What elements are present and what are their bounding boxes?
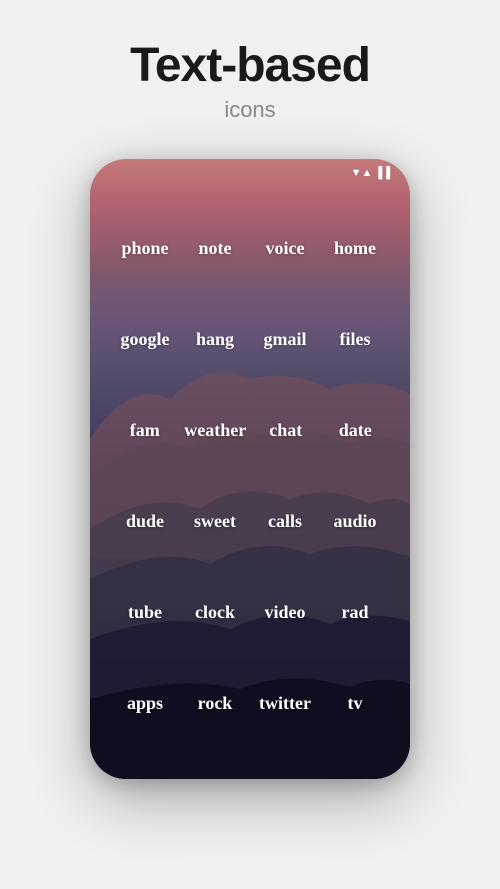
icon-rad[interactable]: rad — [325, 602, 385, 623]
icon-row-5: tube clock video rad — [110, 602, 390, 623]
icon-row-6: apps rock twitter tv — [110, 693, 390, 714]
icon-row-4: dude sweet calls audio — [110, 511, 390, 532]
icon-phone[interactable]: phone — [115, 238, 175, 259]
icon-gmail[interactable]: gmail — [255, 329, 315, 350]
icon-grid: phone note voice home google hang gmail … — [90, 183, 410, 779]
icon-rock[interactable]: rock — [185, 693, 245, 714]
icon-twitter[interactable]: twitter — [255, 693, 315, 714]
icon-weather[interactable]: weather — [184, 420, 246, 441]
wifi-icon: ▼▲ — [351, 167, 373, 179]
icon-files[interactable]: files — [325, 329, 385, 350]
icon-tv[interactable]: tv — [325, 693, 385, 714]
phone-mockup: ▼▲ ▌▌ phone note voice home google hang … — [90, 159, 410, 779]
icon-home[interactable]: home — [325, 238, 385, 259]
icon-google[interactable]: google — [115, 329, 175, 350]
status-bar: ▼▲ ▌▌ — [90, 159, 410, 183]
icon-fam[interactable]: fam — [115, 420, 175, 441]
icon-apps[interactable]: apps — [115, 693, 175, 714]
icon-calls[interactable]: calls — [255, 511, 315, 532]
page-subtitle: icons — [20, 97, 480, 123]
icon-audio[interactable]: audio — [325, 511, 385, 532]
header: Text-based icons — [0, 0, 500, 143]
icon-clock[interactable]: clock — [185, 602, 245, 623]
status-icons: ▼▲ ▌▌ — [351, 167, 394, 179]
icon-date[interactable]: date — [325, 420, 385, 441]
icon-video[interactable]: video — [255, 602, 315, 623]
signal-icon: ▌▌ — [378, 167, 394, 179]
icon-voice[interactable]: voice — [255, 238, 315, 259]
icon-tube[interactable]: tube — [115, 602, 175, 623]
icon-sweet[interactable]: sweet — [185, 511, 245, 532]
icon-row-3: fam weather chat date — [110, 420, 390, 441]
page-title: Text-based — [20, 40, 480, 93]
phone-screen: ▼▲ ▌▌ phone note voice home google hang … — [90, 159, 410, 779]
icon-row-2: google hang gmail files — [110, 329, 390, 350]
icon-hang[interactable]: hang — [185, 329, 245, 350]
icon-chat[interactable]: chat — [256, 420, 316, 441]
icon-note[interactable]: note — [185, 238, 245, 259]
icon-dude[interactable]: dude — [115, 511, 175, 532]
icon-row-1: phone note voice home — [110, 238, 390, 259]
